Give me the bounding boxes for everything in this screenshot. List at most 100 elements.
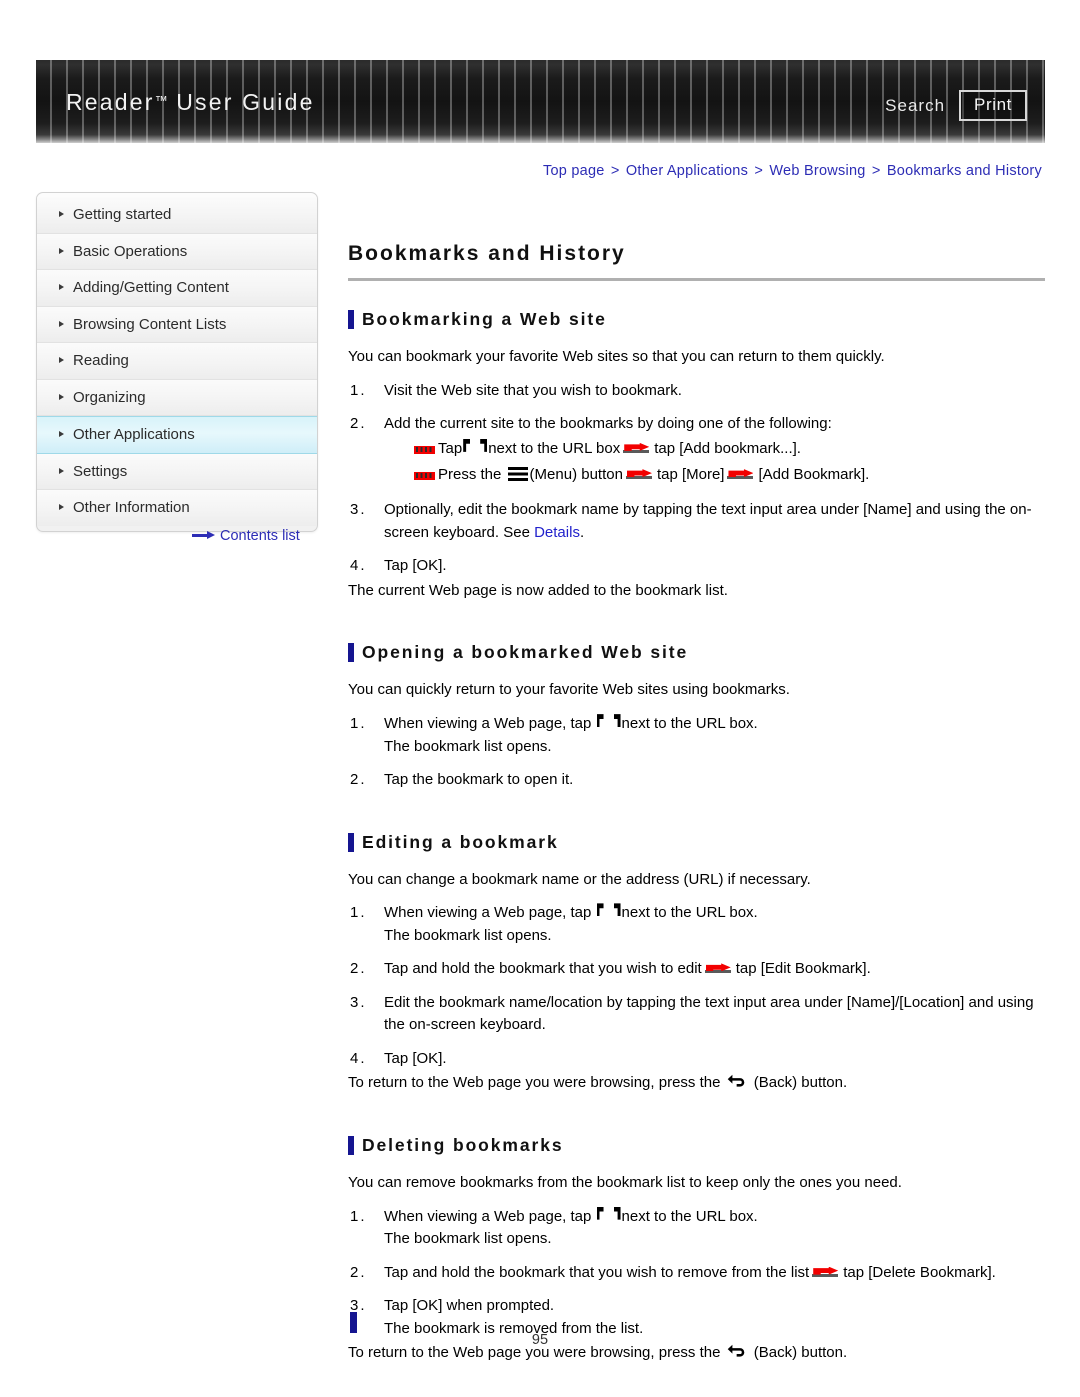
main-content: Bookmarks and History Bookmarking a Web …: [348, 228, 1045, 1380]
section-opening-a-bookmarked-web-site: Opening a bookmarked Web site You can qu…: [348, 642, 1045, 791]
step-item: 2. Add the current site to the bookmarks …: [348, 413, 1045, 488]
step-item: 4. Tap [OK].: [348, 555, 1045, 578]
sidebar-item-label: Browsing Content Lists: [73, 315, 227, 333]
section-tail-note: To return to the Web page you were brows…: [348, 1072, 1045, 1095]
bookmark-icon: [597, 1207, 621, 1222]
sidebar-item-adding-getting-content[interactable]: Adding/Getting Content: [37, 270, 317, 307]
sidebar-item-organizing[interactable]: Organizing: [37, 379, 317, 416]
sidebar-item-other-information[interactable]: Other Information: [37, 490, 317, 526]
footer-accent-bar: [350, 1312, 357, 1333]
section-intro: You can change a bookmark name or the ad…: [348, 870, 811, 888]
bookmark-icon: [463, 439, 487, 454]
breadcrumb-item-bookmarks-and-history[interactable]: Bookmarks and History: [887, 163, 1042, 179]
step-number: 4.: [350, 1049, 367, 1067]
breadcrumb-item-other-applications[interactable]: Other Applications: [626, 163, 748, 179]
sidebar-item-label: Other Information: [73, 499, 190, 516]
chevron-right-icon: [59, 431, 64, 437]
sidebar-item-getting-started[interactable]: Getting started: [37, 197, 317, 234]
step-text: Tap [OK].: [384, 1049, 447, 1067]
step-item: 2. Tap and hold the bookmark that you wis…: [348, 1262, 1045, 1285]
red-arrow-icon: [625, 466, 654, 482]
sidebar-item-label: Basic Operations: [73, 242, 188, 260]
red-bullet-icon: [414, 467, 436, 481]
bookmark-icon: [597, 714, 621, 729]
step-number: 3.: [350, 993, 367, 1011]
tail-text: To return to the Web page you were brows…: [348, 1074, 721, 1092]
section-deleting-bookmarks: Deleting bookmarks You can remove bookma…: [348, 1135, 1045, 1365]
red-bullet-icon: [414, 441, 436, 455]
breadcrumb-separator: >: [754, 163, 764, 179]
substep-text: Press the: [438, 466, 502, 484]
step-text: next to the URL box.: [621, 715, 758, 733]
contents-list-link[interactable]: Contents list: [192, 528, 300, 544]
step-list: 1. When viewing a Web page, tap next to t…: [348, 713, 1045, 792]
step-list: 1. When viewing a Web page, tap next to t…: [348, 1206, 1045, 1341]
step-text: Tap the bookmark to open it.: [384, 771, 574, 789]
step-text: tap [Edit Bookmark].: [735, 960, 871, 978]
step-number: 1.: [350, 715, 367, 733]
step-subtext: The bookmark list opens.: [384, 926, 552, 944]
chevron-right-icon: [59, 284, 64, 290]
red-arrow-icon: [623, 440, 651, 456]
step-item: 1. Visit the Web site that you wish to bo…: [348, 380, 1045, 403]
step-item: 1. When viewing a Web page, tap next to t…: [348, 713, 1045, 758]
step-text: When viewing a Web page, tap: [384, 904, 592, 922]
sidebar-item-other-applications[interactable]: Other Applications: [37, 416, 317, 454]
breadcrumb-separator: >: [871, 163, 881, 179]
section-editing-a-bookmark: Editing a bookmark You can change a book…: [348, 832, 1045, 1095]
step-text: Tap [OK].: [384, 557, 447, 575]
step-item: 4. Tap [OK].: [348, 1048, 1045, 1071]
contents-list-label: Contents list: [220, 528, 300, 544]
sidebar-item-label: Other Applications: [73, 426, 195, 443]
section-intro: You can bookmark your favorite Web sites…: [348, 348, 885, 366]
page-title: Bookmarks and History: [348, 242, 1045, 282]
sidebar-item-settings[interactable]: Settings: [37, 453, 317, 490]
section-heading: Bookmarking a Web site: [348, 309, 1045, 330]
step-number: 2.: [350, 415, 367, 433]
header-actions: Search Print: [885, 90, 1027, 121]
sidebar-item-reading[interactable]: Reading: [37, 343, 317, 380]
breadcrumb: Top page > Other Applications > Web Brow…: [543, 163, 1042, 179]
sidebar-item-browsing-content-lists[interactable]: Browsing Content Lists: [37, 306, 317, 343]
sidebar-item-label: Getting started: [73, 206, 172, 223]
step-number: 2.: [350, 771, 367, 789]
step-text: Tap and hold the bookmark that you wish …: [384, 1263, 810, 1281]
app-title-suffix: User Guide: [167, 89, 315, 115]
details-link[interactable]: Details: [534, 524, 580, 541]
section-heading: Deleting bookmarks: [348, 1135, 1045, 1156]
step-number: 1.: [350, 381, 367, 399]
step-text: Tap and hold the bookmark that you wish …: [384, 960, 702, 978]
section-tail-note: The current Web page is now added to the…: [348, 581, 728, 599]
print-button[interactable]: Print: [959, 90, 1027, 121]
step-item: 3. Edit the bookmark name/location by tap…: [348, 992, 1045, 1037]
app-header: Reader™ User Guide Search Print: [36, 60, 1045, 143]
breadcrumb-item-web-browsing[interactable]: Web Browsing: [769, 163, 865, 179]
sidebar-item-label: Organizing: [73, 388, 146, 406]
step-text: tap [Delete Bookmark].: [843, 1263, 996, 1281]
search-button[interactable]: Search: [885, 96, 945, 116]
arrow-right-icon: [192, 531, 216, 539]
section-intro: You can quickly return to your favorite …: [348, 681, 790, 699]
substep-text: [Add Bookmark].: [758, 466, 870, 484]
app-title: Reader™ User Guide: [66, 89, 315, 116]
breadcrumb-separator: >: [610, 163, 620, 179]
sidebar-item-label: Reading: [73, 352, 129, 369]
red-arrow-icon: [704, 960, 733, 976]
step-number: 3.: [350, 501, 367, 519]
breadcrumb-item-top-page[interactable]: Top page: [543, 163, 605, 179]
step-number: 4.: [350, 557, 367, 575]
chevron-right-icon: [59, 320, 64, 327]
sidebar-item-basic-operations[interactable]: Basic Operations: [37, 233, 317, 270]
chevron-right-icon: [59, 247, 64, 254]
sidebar-nav: Getting started Basic Operations Adding/…: [36, 192, 318, 532]
section-bookmarking-a-web-site: Bookmarking a Web site You can bookmark …: [348, 309, 1045, 602]
red-arrow-icon: [727, 466, 755, 482]
sidebar-item-label: Adding/Getting Content: [73, 279, 229, 296]
section-heading: Opening a bookmarked Web site: [348, 642, 1045, 663]
step-item: 1. When viewing a Web page, tap next to t…: [348, 902, 1045, 947]
menu-icon: [507, 466, 528, 482]
bookmark-icon: [597, 903, 621, 918]
red-arrow-icon: [812, 1264, 840, 1280]
step-text: Add the current site to the bookmarks by…: [384, 415, 832, 433]
substep-text: tap [Add bookmark...].: [654, 439, 801, 457]
